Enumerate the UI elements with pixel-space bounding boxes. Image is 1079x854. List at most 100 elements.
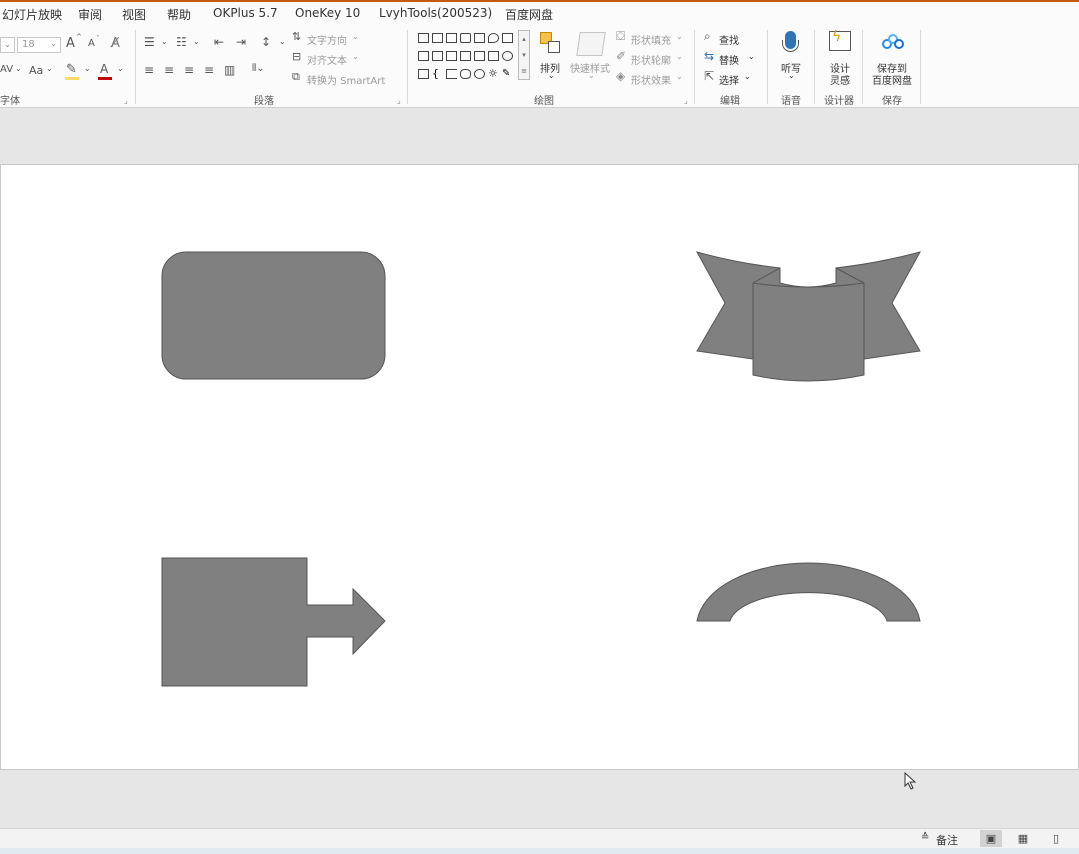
- chevron-down-icon: ⌄: [676, 72, 683, 81]
- menu-bar: 幻灯片放映 审阅 视图 帮助 OKPlus 5.7 OneKey 10 Lvyh…: [0, 0, 1079, 26]
- paragraph-group-label: 段落: [254, 96, 274, 107]
- paragraph-dialog-launcher-icon[interactable]: ⌟: [397, 96, 401, 105]
- quick-styles-icon: [576, 32, 606, 56]
- shrink-font-button[interactable]: A: [88, 38, 95, 49]
- font-color-icon[interactable]: A: [100, 62, 108, 76]
- change-case-button[interactable]: Aa: [29, 64, 43, 77]
- gallery-shape-icon[interactable]: [418, 51, 429, 61]
- chevron-down-icon: ⌄: [788, 71, 795, 80]
- normal-view-icon[interactable]: ▣: [980, 830, 1002, 847]
- gallery-shape-icon[interactable]: [446, 69, 457, 79]
- voice-group-label: 语音: [781, 96, 801, 107]
- font-dialog-launcher-icon[interactable]: ⌟: [124, 96, 128, 105]
- gallery-shape-icon[interactable]: [460, 69, 471, 79]
- group-separator: [814, 30, 815, 104]
- chevron-down-icon: ⌄: [676, 32, 683, 41]
- gallery-shape-icon[interactable]: [502, 33, 513, 43]
- slide-sorter-view-icon[interactable]: ▦: [1012, 830, 1034, 847]
- menu-baidu-netdisk[interactable]: 百度网盘: [505, 6, 553, 23]
- gallery-shape-icon[interactable]: [432, 33, 443, 43]
- chevron-down-icon: ⌄: [588, 71, 595, 80]
- replace-button[interactable]: 替换: [719, 52, 739, 67]
- menu-onekey[interactable]: OneKey 10: [295, 6, 360, 20]
- chevron-down-icon: ⌄: [352, 52, 359, 61]
- gallery-shape-icon[interactable]: [488, 33, 499, 43]
- gallery-shape-icon[interactable]: [418, 69, 429, 79]
- chevron-down-icon: ⌄: [548, 71, 555, 80]
- chevron-down-icon: ⌄: [161, 37, 168, 46]
- chevron-down-icon: ⌄: [676, 52, 683, 61]
- shape-outline-button[interactable]: 形状轮廓: [631, 52, 671, 67]
- highlight-pen-icon[interactable]: ✎: [66, 62, 77, 77]
- align-left-icon[interactable]: ≡: [144, 63, 154, 77]
- menu-review[interactable]: 审阅: [78, 6, 102, 23]
- right-arrow-callout-shape[interactable]: [161, 557, 386, 687]
- gallery-pencil-icon[interactable]: ✎: [502, 69, 513, 79]
- gallery-shape-icon[interactable]: [488, 51, 499, 61]
- rounded-rectangle-shape[interactable]: [161, 251, 386, 380]
- chevron-down-icon: ⌄: [46, 64, 53, 73]
- mouse-cursor-icon: [904, 772, 917, 790]
- gallery-shape-icon[interactable]: [446, 51, 457, 61]
- increase-indent-icon[interactable]: ⇥: [236, 35, 246, 49]
- menu-view[interactable]: 视图: [122, 6, 146, 23]
- gallery-shape-icon[interactable]: [460, 51, 471, 61]
- gallery-shape-icon[interactable]: [474, 51, 485, 61]
- notes-button[interactable]: 备注: [936, 832, 958, 848]
- gallery-shape-icon[interactable]: [460, 33, 471, 43]
- block-arc-shape[interactable]: [696, 562, 921, 622]
- distributed-icon[interactable]: ▥: [224, 63, 235, 77]
- reading-view-icon[interactable]: ▯: [1045, 830, 1067, 847]
- find-button[interactable]: 查找: [719, 32, 739, 47]
- gallery-shape-icon[interactable]: [418, 33, 429, 43]
- gallery-scroll[interactable]: ▴ ▾ ≡: [518, 30, 530, 80]
- bullets-icon[interactable]: ☰: [144, 35, 155, 49]
- line-spacing-icon[interactable]: ↕: [261, 35, 271, 49]
- justify-icon[interactable]: ≡: [204, 63, 214, 77]
- font-name-dropdown[interactable]: ⌄: [0, 37, 15, 53]
- gallery-shape-icon[interactable]: [502, 51, 513, 61]
- select-button[interactable]: 选择: [719, 72, 739, 87]
- numbering-icon[interactable]: ☷: [176, 35, 187, 49]
- chevron-down-icon: ⌄: [352, 32, 359, 41]
- convert-smartart-button[interactable]: 转换为 SmartArt: [307, 72, 385, 87]
- shape-effects-icon: ◈: [616, 69, 626, 83]
- gallery-shape-icon[interactable]: [432, 51, 443, 61]
- shapes-gallery[interactable]: { ☼ ✎: [416, 31, 530, 85]
- align-center-icon[interactable]: ≡: [164, 63, 174, 77]
- ribbon: ⌄ 18 ⌄ A ^ A ˇ A̸ AV ⌄ Aa ⌄ ✎ ⌄ A ⌄ 字体 ⌟…: [0, 26, 1079, 108]
- menu-lvyhtools[interactable]: LvyhTools(200523): [379, 6, 492, 20]
- clear-format-icon[interactable]: A̸: [111, 36, 120, 51]
- gallery-shape-icon[interactable]: [474, 33, 485, 43]
- decrease-indent-icon[interactable]: ⇤: [214, 35, 224, 49]
- microphone-stand-icon: [782, 40, 799, 52]
- grow-font-button[interactable]: A: [66, 36, 75, 51]
- align-text-button[interactable]: 对齐文本: [307, 52, 347, 67]
- font-size-box[interactable]: 18 ⌄: [17, 37, 61, 53]
- columns-icon[interactable]: ⫴⌄: [252, 63, 265, 74]
- drawing-dialog-launcher-icon[interactable]: ⌟: [684, 96, 688, 105]
- shape-fill-icon: ⛋: [616, 29, 626, 43]
- slide-canvas[interactable]: [0, 164, 1079, 770]
- menu-okplus[interactable]: OKPlus 5.7: [213, 6, 278, 20]
- text-direction-button[interactable]: 文字方向: [307, 32, 347, 47]
- gallery-shape-icon[interactable]: [446, 33, 457, 43]
- ribbon-banner-shape[interactable]: [695, 251, 922, 382]
- chevron-down-icon: ⌄: [117, 64, 124, 73]
- character-spacing-button[interactable]: AV: [0, 64, 13, 75]
- group-separator: [920, 30, 921, 104]
- gallery-shape-icon[interactable]: [474, 69, 485, 79]
- design-ideas-button-line2[interactable]: 灵感: [830, 72, 850, 87]
- chevron-down-icon: ⌄: [84, 64, 91, 73]
- menu-slideshow[interactable]: 幻灯片放映: [2, 6, 62, 23]
- save-to-baidu-button-line2[interactable]: 百度网盘: [872, 72, 912, 87]
- align-text-icon: ⊟: [292, 50, 302, 63]
- shape-outline-icon: ✐: [616, 49, 627, 63]
- align-right-icon[interactable]: ≡: [184, 63, 194, 77]
- shape-fill-button[interactable]: 形状填充: [631, 32, 671, 47]
- font-color-bar: [98, 77, 112, 80]
- gallery-brace-icon[interactable]: {: [432, 68, 443, 79]
- gallery-sun-icon[interactable]: ☼: [488, 68, 499, 79]
- menu-help[interactable]: 帮助: [167, 6, 191, 23]
- shape-effects-button[interactable]: 形状效果: [631, 72, 671, 87]
